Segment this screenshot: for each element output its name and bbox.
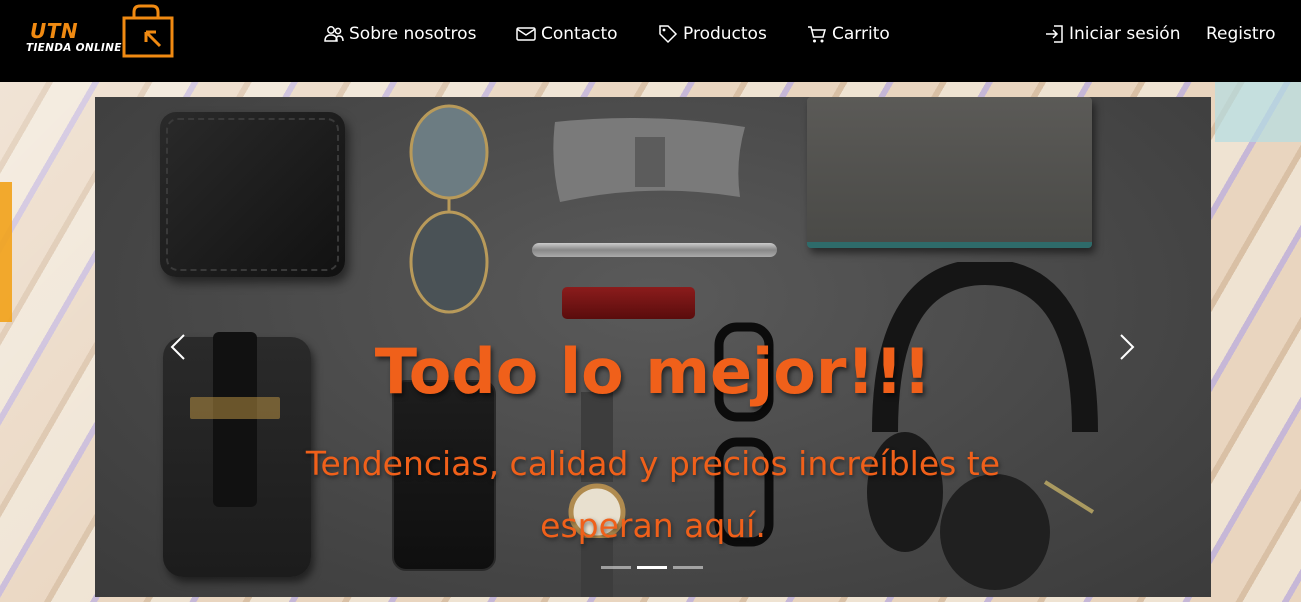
carousel-indicator-1[interactable] (601, 566, 631, 569)
people-icon (324, 24, 344, 44)
nav-register-label: Registro (1206, 24, 1276, 44)
carousel-indicator-3[interactable] (673, 566, 703, 569)
nav-contact-link[interactable]: Contacto (516, 22, 618, 46)
tag-icon (658, 24, 678, 44)
nav-about-link[interactable]: Sobre nosotros (324, 22, 476, 46)
nav-cart-link[interactable]: Carrito (807, 22, 890, 46)
background-patch (1215, 82, 1301, 142)
nav-login-label: Iniciar sesión (1069, 24, 1181, 44)
nav-products-link[interactable]: Productos (658, 22, 767, 46)
carousel-next-button[interactable] (1115, 331, 1139, 363)
hero-carousel: Todo lo mejor!!! Tendencias, calidad y p… (95, 97, 1211, 597)
carousel-title: Todo lo mejor!!! (374, 335, 932, 408)
sunglasses-image (409, 104, 489, 314)
lip-balm-image (562, 287, 695, 319)
pen-image (532, 243, 777, 257)
bowtie-image (553, 118, 745, 202)
carousel-prev-button[interactable] (166, 331, 190, 363)
nav-cart-label: Carrito (832, 24, 890, 44)
envelope-icon (516, 24, 536, 44)
chevron-right-icon (1120, 334, 1135, 360)
brand-tagline: TIENDA ONLINE (26, 42, 122, 54)
carousel-indicator-2[interactable] (637, 566, 667, 569)
login-icon (1044, 24, 1064, 44)
background-stripe (0, 182, 12, 322)
nav-about-label: Sobre nosotros (349, 24, 477, 44)
nav-contact-label: Contacto (541, 24, 618, 44)
carousel-subtitle: Tendencias, calidad y precios increíbles… (305, 444, 1001, 545)
cart-icon (807, 24, 827, 44)
chevron-left-icon (170, 334, 185, 360)
nav-products-label: Productos (683, 24, 767, 44)
shopping-bag-icon (122, 4, 174, 58)
notebook-image (807, 97, 1092, 248)
brand-logo[interactable]: UTN TIENDA ONLINE (24, 4, 184, 62)
navbar: UTN TIENDA ONLINE Sobre nosotros Contact… (0, 0, 1301, 82)
brand-name: UTN (30, 19, 79, 43)
nav-login-link[interactable]: Iniciar sesión (1044, 22, 1180, 46)
wallet-image (160, 112, 345, 277)
nav-register-link[interactable]: Registro (1206, 22, 1276, 46)
carousel-indicators (601, 566, 703, 572)
